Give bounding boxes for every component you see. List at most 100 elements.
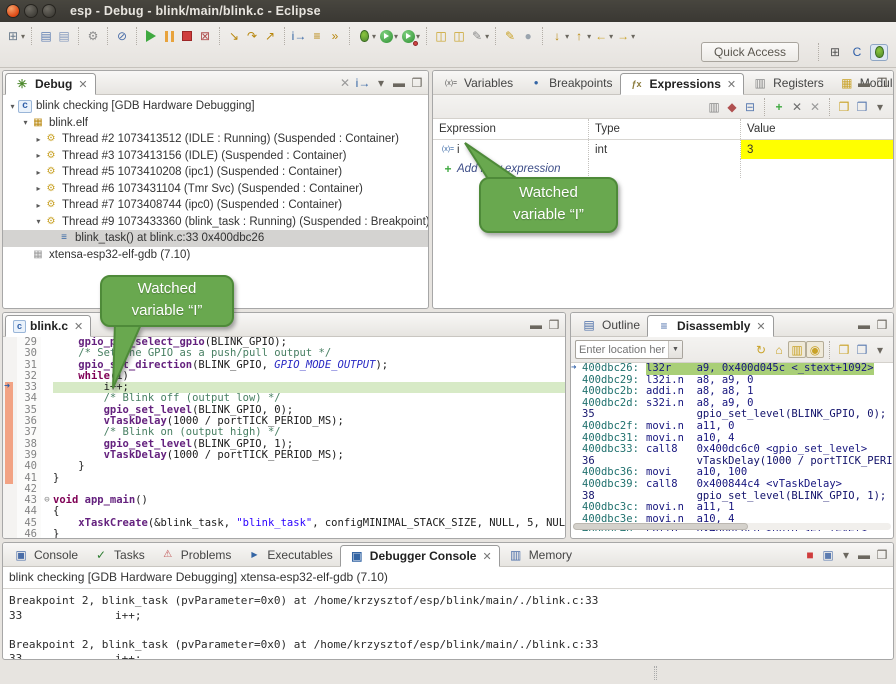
maximize-icon[interactable]: ❒ [873, 316, 891, 333]
new-rendering-icon[interactable]: ❒ [835, 98, 853, 115]
debug-tree-row[interactable]: ▾cblink checking [GDB Hardware Debugging… [3, 98, 428, 115]
open-element-icon[interactable]: ◫ [432, 28, 450, 45]
show-source-toggle-icon[interactable]: ▥ [788, 341, 806, 358]
debug-tree-row[interactable]: ▾⚙Thread #9 1073433360 (blink_task : Run… [3, 214, 428, 231]
tree-expander-icon[interactable]: ▸ [33, 151, 44, 160]
pin-editor-icon-dropdown[interactable]: ▾ [565, 32, 569, 41]
tab-close-icon[interactable]: ✕ [74, 320, 83, 333]
editor-annotation-ruler[interactable] [3, 416, 17, 427]
instruction-stepping-icon[interactable]: i→ [290, 28, 308, 45]
editor-line-43[interactable]: 43⊖void app_main() [3, 495, 565, 506]
remove-expression-icon[interactable]: ✕ [788, 98, 806, 115]
remove-all-expressions-icon[interactable]: ✕ [806, 98, 824, 115]
tree-expander-icon[interactable]: ▾ [20, 118, 31, 127]
maximize-icon[interactable]: ❒ [408, 74, 426, 91]
editor-annotation-ruler[interactable] [3, 518, 17, 529]
tab-close-icon[interactable]: ✕ [482, 550, 491, 563]
debug-tree-row[interactable]: ▸⚙Thread #5 1073410208 (ipc1) (Suspended… [3, 164, 428, 181]
terminate-console-icon[interactable]: ■ [801, 546, 819, 563]
debug-tree-row[interactable]: ≡blink_task() at blink.c:33 0x400dbc26 [3, 230, 428, 247]
new-wizard-icon-dropdown[interactable]: ▾ [21, 32, 25, 41]
editor-annotation-ruler[interactable] [3, 450, 17, 461]
save-icon[interactable]: ▤ [37, 28, 55, 45]
new-view-icon[interactable]: ❒ [835, 341, 853, 358]
editor-annotation-ruler[interactable] [3, 427, 17, 438]
maximize-icon[interactable]: ❒ [545, 316, 563, 333]
editor-annotation-ruler[interactable] [3, 484, 17, 495]
tree-expander-icon[interactable]: ▾ [33, 217, 44, 226]
pin-editor-icon[interactable]: ↓ [548, 28, 566, 45]
tab-tasks[interactable]: ✓Tasks [85, 544, 152, 566]
code-editor[interactable]: 29 gpio_pad_select_gpio(BLINK_GPIO);30 /… [3, 337, 565, 538]
tab-debug[interactable]: ✳Debug✕ [5, 73, 96, 95]
column-header-value[interactable]: Value [741, 119, 893, 139]
tab-memory[interactable]: ▥Memory [500, 544, 579, 566]
step-into-icon[interactable]: ↘ [225, 28, 243, 45]
editor-annotation-ruler[interactable] [3, 337, 17, 348]
show-debug-elements-icon[interactable]: » [326, 28, 344, 45]
debug-tree-row[interactable]: ▸⚙Thread #6 1073431104 (Tmr Svc) (Suspen… [3, 181, 428, 198]
forward-icon-dropdown[interactable]: ▾ [631, 32, 635, 41]
forward-icon[interactable]: → [614, 28, 632, 45]
editor-annotation-ruler[interactable] [3, 439, 17, 450]
open-resource-icon[interactable]: ◫ [450, 28, 468, 45]
tab-blink-c[interactable]: cblink.c✕ [5, 315, 91, 337]
remove-terminated-icon[interactable]: ✕ [336, 74, 354, 91]
debug-icon[interactable] [355, 28, 373, 45]
maximize-icon[interactable]: ❒ [873, 74, 891, 91]
quick-access-button[interactable]: Quick Access [701, 42, 799, 62]
instruction-step-mode-icon[interactable]: i→ [354, 74, 372, 91]
step-over-icon[interactable]: ↷ [243, 28, 261, 45]
disassembly-listing[interactable]: ➜400dbc26:l32r a9, 0x400d045c <_stext+10… [571, 363, 893, 531]
tab-debugger-console[interactable]: ▣Debugger Console✕ [340, 545, 500, 567]
editor-line-46[interactable]: 46} [3, 529, 565, 538]
refresh-icon[interactable]: ↻ [752, 341, 770, 358]
disassembly-row[interactable]: ➜400dbc26:l32r a9, 0x400d045c <_stext+10… [571, 363, 893, 375]
editor-annotation-ruler[interactable] [3, 393, 17, 404]
disassembly-row[interactable]: 400dbc33:call8 0x400dc6c0 <gpio_set_leve… [571, 444, 893, 456]
collapse-all-icon[interactable]: ⊟ [741, 98, 759, 115]
tab-disassembly[interactable]: ≡Disassembly✕ [647, 315, 774, 337]
disassembly-hscrollbar[interactable] [573, 523, 891, 530]
editor-annotation-ruler[interactable] [3, 529, 17, 538]
save-all-icon[interactable]: ▤ [55, 28, 73, 45]
editor-annotation-ruler[interactable] [3, 495, 17, 506]
pin-view-icon[interactable]: ❒ [853, 341, 871, 358]
disassembly-row[interactable]: 400dbc2f:movi.n a11, 0 [571, 421, 893, 433]
launch-config-icon[interactable]: ✎ [468, 28, 486, 45]
back-icon[interactable]: ← [592, 28, 610, 45]
disassembly-row[interactable]: 400dbc39:call8 0x400844c4 <vTaskDelay> [571, 479, 893, 491]
last-edit-location-icon[interactable]: ↑ [570, 28, 588, 45]
step-return-icon[interactable]: ↗ [261, 28, 279, 45]
editor-annotation-ruler[interactable] [3, 405, 17, 416]
tab-variables[interactable]: (x)=Variables [435, 72, 520, 94]
pin-view-icon[interactable]: ❒ [853, 98, 871, 115]
fold-marker-icon[interactable]: ⊖ [41, 495, 53, 506]
debug-tree-row[interactable]: ▸⚙Thread #2 1073413512 (IDLE : Running) … [3, 131, 428, 148]
last-edit-location-icon-dropdown[interactable]: ▾ [587, 32, 591, 41]
debug-tree-row[interactable]: ▾▦blink.elf [3, 115, 428, 132]
show-type-names-icon[interactable]: ▥ [705, 98, 723, 115]
disassembly-row[interactable]: 400dbc3c:movi.n a11, 1 [571, 502, 893, 514]
tree-expander-icon[interactable]: ▸ [33, 201, 44, 210]
editor-annotation-ruler[interactable] [3, 506, 17, 517]
open-perspective-icon[interactable]: ⊞ [826, 44, 844, 61]
minimize-icon[interactable]: ▬ [855, 74, 873, 91]
window-maximize-button[interactable] [42, 4, 56, 18]
add-expression-icon[interactable]: + [770, 98, 788, 115]
minimize-icon[interactable]: ▬ [855, 546, 873, 563]
statusbar-handle[interactable] [654, 666, 657, 680]
step-filters-icon[interactable]: ≡ [308, 28, 326, 45]
minimize-icon[interactable]: ▬ [855, 316, 873, 333]
debug-tree-row[interactable]: ▸⚙Thread #3 1073413156 (IDLE) (Suspended… [3, 148, 428, 165]
minimize-icon[interactable]: ▬ [390, 74, 408, 91]
debug-tree-row[interactable]: ▦xtensa-esp32-elf-gdb (7.10) [3, 247, 428, 264]
back-icon-dropdown[interactable]: ▾ [609, 32, 613, 41]
suspend-icon[interactable] [160, 28, 178, 45]
maximize-icon[interactable]: ❒ [873, 546, 891, 563]
tab-executables[interactable]: ▶Executables [238, 544, 339, 566]
console-dropdown-icon[interactable]: ▾ [837, 546, 855, 563]
disconnect-icon[interactable]: ⊠ [196, 28, 214, 45]
editor-line-40[interactable]: 40 } [3, 461, 565, 472]
tree-expander-icon[interactable]: ▾ [7, 102, 18, 111]
